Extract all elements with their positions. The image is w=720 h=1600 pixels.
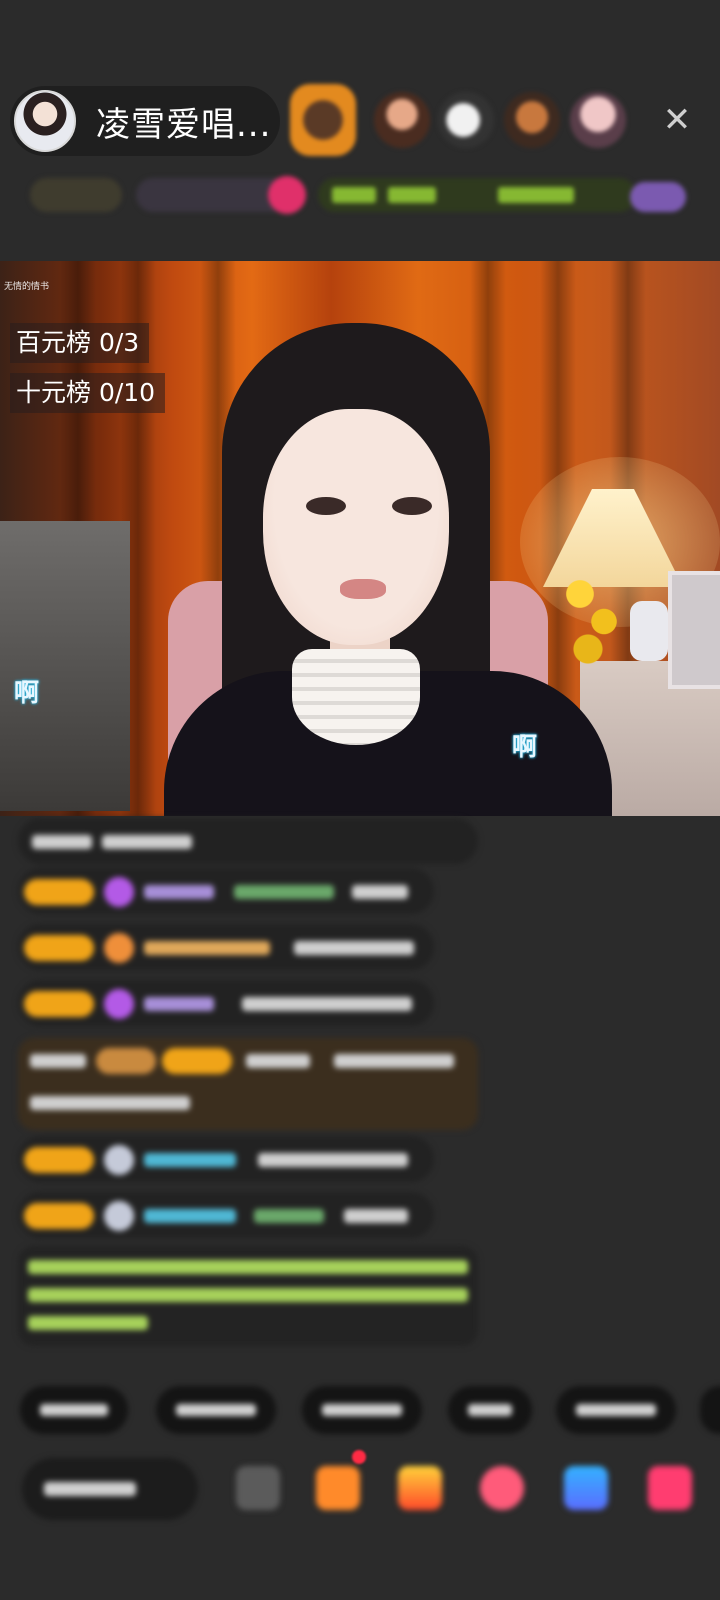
chat-message[interactable] xyxy=(18,1192,434,1238)
quick-chip[interactable] xyxy=(556,1386,676,1434)
photo-frame xyxy=(668,571,720,689)
heart-gift-icon[interactable] xyxy=(480,1466,524,1510)
quick-chip[interactable] xyxy=(700,1386,720,1434)
quick-chip[interactable] xyxy=(448,1386,532,1434)
chat-message[interactable] xyxy=(18,818,478,864)
streamer-face xyxy=(263,409,449,645)
chat-message[interactable] xyxy=(18,924,434,970)
follow-icon[interactable] xyxy=(268,176,306,214)
hundred-yuan-board[interactable]: 百元榜 0/3 xyxy=(10,323,150,363)
live-video[interactable]: 无情的情书 百元榜 0/3 十元榜 0/10 啊 啊 xyxy=(0,261,720,816)
rank-chip[interactable] xyxy=(30,178,122,212)
host-avatar[interactable] xyxy=(14,90,76,152)
effect-text: 啊 xyxy=(512,732,538,761)
task-chip[interactable] xyxy=(318,178,636,212)
chat-input[interactable] xyxy=(22,1458,198,1520)
viewer-avatar[interactable] xyxy=(438,92,494,148)
top-viewers-list[interactable] xyxy=(288,84,648,160)
viewer-avatar[interactable] xyxy=(374,92,430,148)
quick-chip[interactable] xyxy=(20,1386,128,1434)
quick-reply-chips[interactable] xyxy=(0,1384,720,1438)
notification-dot xyxy=(352,1450,366,1464)
quick-chip[interactable] xyxy=(302,1386,422,1434)
chat-message[interactable] xyxy=(18,868,434,914)
system-notice xyxy=(18,1246,478,1346)
game-icon[interactable] xyxy=(564,1466,608,1510)
level-badge[interactable] xyxy=(630,182,686,212)
close-icon[interactable]: ✕ xyxy=(660,103,694,137)
host-name: 凌雪爱唱... xyxy=(96,104,272,145)
gift-message[interactable] xyxy=(18,1038,478,1130)
shelf-decor xyxy=(0,521,130,811)
quick-chip[interactable] xyxy=(156,1386,276,1434)
streamer-eye xyxy=(392,497,432,515)
ten-yuan-board[interactable]: 十元榜 0/10 xyxy=(10,373,166,413)
gift-box-icon[interactable] xyxy=(316,1466,360,1510)
rank-info-row[interactable] xyxy=(0,170,720,220)
emoji-icon[interactable] xyxy=(236,1466,280,1510)
chat-message[interactable] xyxy=(18,1136,434,1182)
streamer-eye xyxy=(306,497,346,515)
viewer-avatar[interactable] xyxy=(290,84,356,156)
host-info-pill[interactable]: 凌雪爱唱... xyxy=(10,86,280,156)
gift-icon[interactable] xyxy=(648,1466,692,1510)
effect-text: 啊 xyxy=(14,678,40,707)
flowers-decor xyxy=(556,561,636,671)
chat-list[interactable] xyxy=(0,816,720,1356)
streamer-collar xyxy=(292,649,420,745)
chat-message[interactable] xyxy=(18,980,434,1026)
viewer-avatar[interactable] xyxy=(570,92,626,148)
stream-tag: 无情的情书 xyxy=(4,282,50,292)
red-packet-icon[interactable] xyxy=(398,1466,442,1510)
streamer-lips xyxy=(340,579,386,599)
viewer-avatar[interactable] xyxy=(504,92,560,148)
